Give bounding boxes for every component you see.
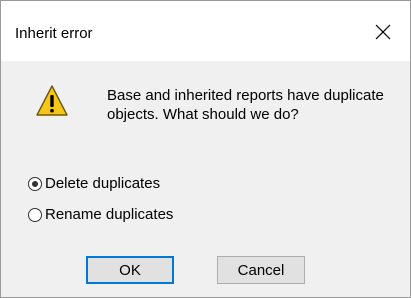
dialog-title: Inherit error (15, 25, 93, 42)
ok-button[interactable]: OK (86, 256, 174, 284)
close-button[interactable] (361, 13, 405, 51)
dialog-content: Base and inherited reports have duplicat… (1, 61, 410, 297)
radio-button[interactable] (28, 207, 42, 222)
radio-button[interactable] (28, 176, 42, 191)
title-bar: Inherit error (1, 1, 410, 61)
dialog-message: Base and inherited reports have duplicat… (107, 87, 384, 123)
close-icon (375, 24, 391, 40)
dialog-window: Inherit error Base and inherited reports… (0, 0, 411, 298)
option-delete-duplicates[interactable]: Delete duplicates (28, 175, 160, 192)
option-rename-duplicates[interactable]: Rename duplicates (28, 206, 173, 223)
cancel-button[interactable]: Cancel (217, 256, 305, 284)
option-label: Delete duplicates (45, 175, 161, 192)
option-label: Rename duplicates (45, 206, 174, 223)
warning-icon (36, 85, 68, 116)
